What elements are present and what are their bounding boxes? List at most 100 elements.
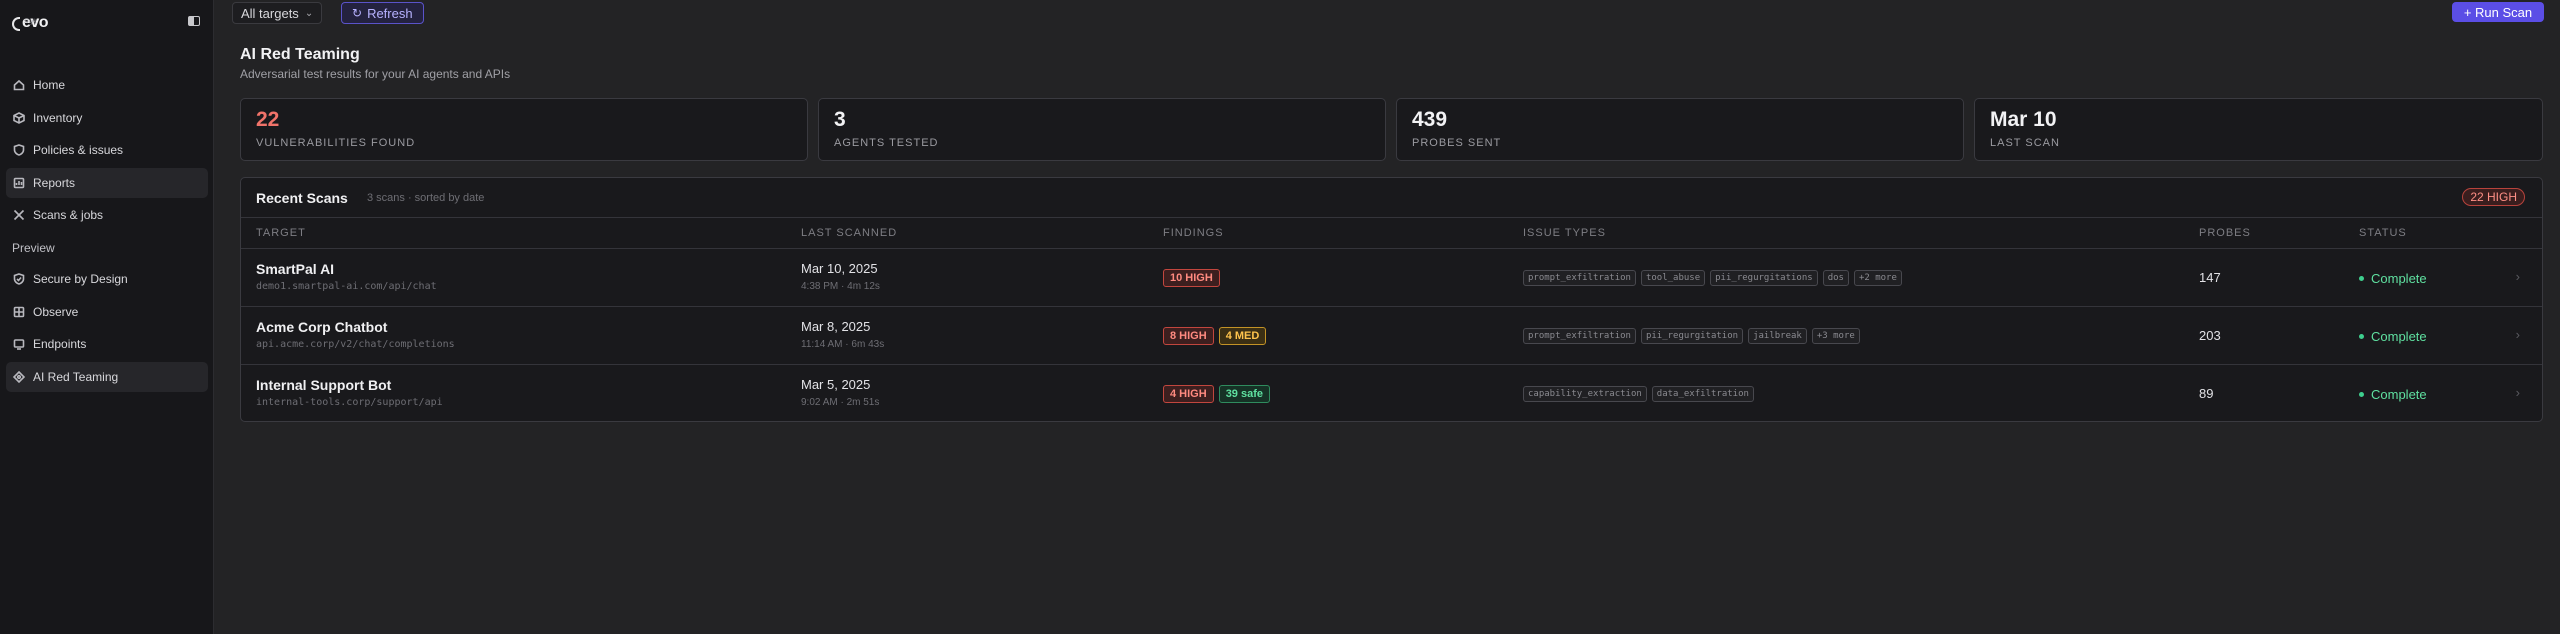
run-scan-button[interactable]: + Run Scan <box>2452 2 2544 22</box>
row-date: Mar 5, 2025 <box>801 377 871 392</box>
row-issue-types: capability_extraction data_exfiltration <box>1523 386 1754 402</box>
table-row[interactable]: Internal Support Bot internal-tools.corp… <box>241 364 2542 421</box>
status-dot-icon <box>2359 392 2364 397</box>
page-title: AI Red Teaming <box>240 46 360 63</box>
stat-label: Vulnerabilities found <box>256 137 416 149</box>
sidebar-item-reports[interactable]: Reports <box>6 167 208 198</box>
stat-value: 3 <box>834 108 846 131</box>
sidebar-item-label: Observe <box>33 304 79 319</box>
row-issue-types: prompt_exfiltration pii_regurgitation ja… <box>1523 328 1860 344</box>
status-label: Complete <box>2371 387 2427 402</box>
sidebar: evo snyk Home Inventory Policies & issue… <box>0 0 214 634</box>
row-time: 9:02 AM · 2m 51s <box>801 397 880 408</box>
refresh-icon: ↻ <box>352 6 363 20</box>
shield-icon <box>12 143 26 157</box>
table-row[interactable]: Acme Corp Chatbot api.acme.corp/v2/chat/… <box>241 306 2542 364</box>
column-header-probes[interactable]: PROBES <box>2199 227 2251 239</box>
page-subtitle: Adversarial test results for your AI age… <box>240 67 511 81</box>
row-status: Complete <box>2359 329 2427 344</box>
row-findings: 4 HIGH 39 safe <box>1163 385 1270 403</box>
issue-tag: jailbreak <box>1748 328 1807 344</box>
panel-title: Recent Scans <box>256 190 348 206</box>
issue-tag: prompt_exfiltration <box>1523 270 1636 286</box>
sidebar-item-label: Inventory <box>33 110 83 125</box>
column-header-issue-types[interactable]: ISSUE TYPES <box>1523 227 1606 239</box>
sidebar-item-label: Reports <box>33 175 76 190</box>
issue-tag: pii_regurgitations <box>1710 270 1818 286</box>
row-status: Complete <box>2359 271 2427 286</box>
column-header-target[interactable]: TARGET <box>256 227 306 239</box>
row-findings: 10 HIGH <box>1163 269 1220 287</box>
stat-card-probes: 439 Probes sent <box>1396 98 1964 161</box>
target-select[interactable]: All targets ⌄ <box>232 2 323 24</box>
stat-label: Probes sent <box>1412 137 1502 149</box>
box-icon <box>12 111 26 125</box>
stat-card-last-scan: Mar 10 Last scan <box>1974 98 2543 161</box>
issue-tag-more[interactable]: +3 more <box>1811 328 1860 344</box>
sidebar-item-label: Endpoints <box>33 337 87 351</box>
refresh-button-label: Refresh <box>367 5 413 21</box>
sidebar-item-observe[interactable]: Observe <box>6 297 208 327</box>
status-label: Complete <box>2371 329 2427 344</box>
sidebar-item-scans[interactable]: Scans & jobs <box>6 200 208 230</box>
issue-tag: data_exfiltration <box>1651 386 1754 402</box>
issue-tag-more[interactable]: +2 more <box>1853 270 1902 286</box>
chevron-down-icon: ⌄ <box>304 7 314 19</box>
sidebar-item-policies[interactable]: Policies & issues <box>6 135 208 165</box>
column-header-status[interactable]: STATUS <box>2359 227 2407 239</box>
row-findings: 8 HIGH 4 MED <box>1163 327 1267 345</box>
row-target-url: api.acme.corp/v2/chat/completions <box>256 339 455 350</box>
row-probes: 89 <box>2199 386 2214 401</box>
stat-card-vulnerabilities: 22 Vulnerabilities found <box>240 98 808 161</box>
chevron-right-icon[interactable]: › <box>2516 269 2520 284</box>
stat-value: 439 <box>1412 108 1448 131</box>
sidebar-section-preview: Preview <box>12 241 55 255</box>
sidebar-item-label: Secure by Design <box>33 272 128 286</box>
panel-meta: 3 scans · sorted by date <box>367 192 485 204</box>
sidebar-item-endpoints[interactable]: Endpoints <box>6 329 208 359</box>
chevron-right-icon[interactable]: › <box>2516 385 2520 400</box>
high-count-badge: 22 HIGH <box>2462 188 2525 206</box>
shield-check-icon <box>12 272 26 286</box>
refresh-button[interactable]: ↻ Refresh <box>341 2 424 24</box>
sidebar-item-label: Policies & issues <box>33 143 124 157</box>
row-issue-types: prompt_exfiltration tool_abuse pii_regur… <box>1523 270 1902 286</box>
chevron-right-icon[interactable]: › <box>2516 327 2520 342</box>
finding-badge-high: 10 HIGH <box>1163 269 1220 287</box>
sidebar-collapse-icon[interactable] <box>188 16 200 26</box>
grid-icon <box>12 305 26 319</box>
stat-label: Agents tested <box>834 137 939 149</box>
stat-value: 22 <box>256 108 280 131</box>
target-select-value: All targets <box>241 5 299 21</box>
sidebar-item-home[interactable]: Home <box>6 70 208 100</box>
sidebar-item-secure-by-design[interactable]: Secure by Design <box>6 264 208 294</box>
row-status: Complete <box>2359 387 2427 402</box>
row-target-url: internal-tools.corp/support/api <box>256 397 443 408</box>
stat-label: Last scan <box>1990 137 2060 149</box>
issue-tag: tool_abuse <box>1640 270 1706 286</box>
row-probes: 203 <box>2199 328 2221 343</box>
sidebar-nav: Home Inventory Policies & issues Reports… <box>6 70 208 394</box>
finding-badge-safe: 39 safe <box>1218 385 1270 403</box>
row-time: 11:14 AM · 6m 43s <box>801 339 885 350</box>
stat-card-agents: 3 Agents tested <box>818 98 1386 161</box>
report-icon <box>12 176 26 190</box>
row-target-name: Internal Support Bot <box>256 377 392 393</box>
sidebar-item-inventory[interactable]: Inventory <box>6 103 208 133</box>
table-row[interactable]: SmartPal AI demo1.smartpal-ai.com/api/ch… <box>241 248 2542 306</box>
status-label: Complete <box>2371 271 2427 286</box>
recent-scans-panel: Recent Scans 3 scans · sorted by date 22… <box>240 177 2543 422</box>
finding-badge-high: 4 HIGH <box>1163 385 1214 403</box>
row-date: Mar 8, 2025 <box>801 319 871 334</box>
row-target-url: demo1.smartpal-ai.com/api/chat <box>256 281 437 292</box>
row-date: Mar 10, 2025 <box>801 261 878 276</box>
logo-mark-icon <box>12 17 20 31</box>
sidebar-item-label: Home <box>33 78 66 92</box>
sidebar-item-label: AI Red Teaming <box>33 369 119 384</box>
row-target-name: Acme Corp Chatbot <box>256 319 388 335</box>
column-header-findings[interactable]: FINDINGS <box>1163 227 1224 239</box>
column-header-last-scanned[interactable]: LAST SCANNED <box>801 227 897 239</box>
endpoint-icon <box>12 337 26 351</box>
sidebar-item-ai-red-teaming[interactable]: AI Red Teaming <box>6 361 208 392</box>
scan-icon <box>12 208 26 222</box>
